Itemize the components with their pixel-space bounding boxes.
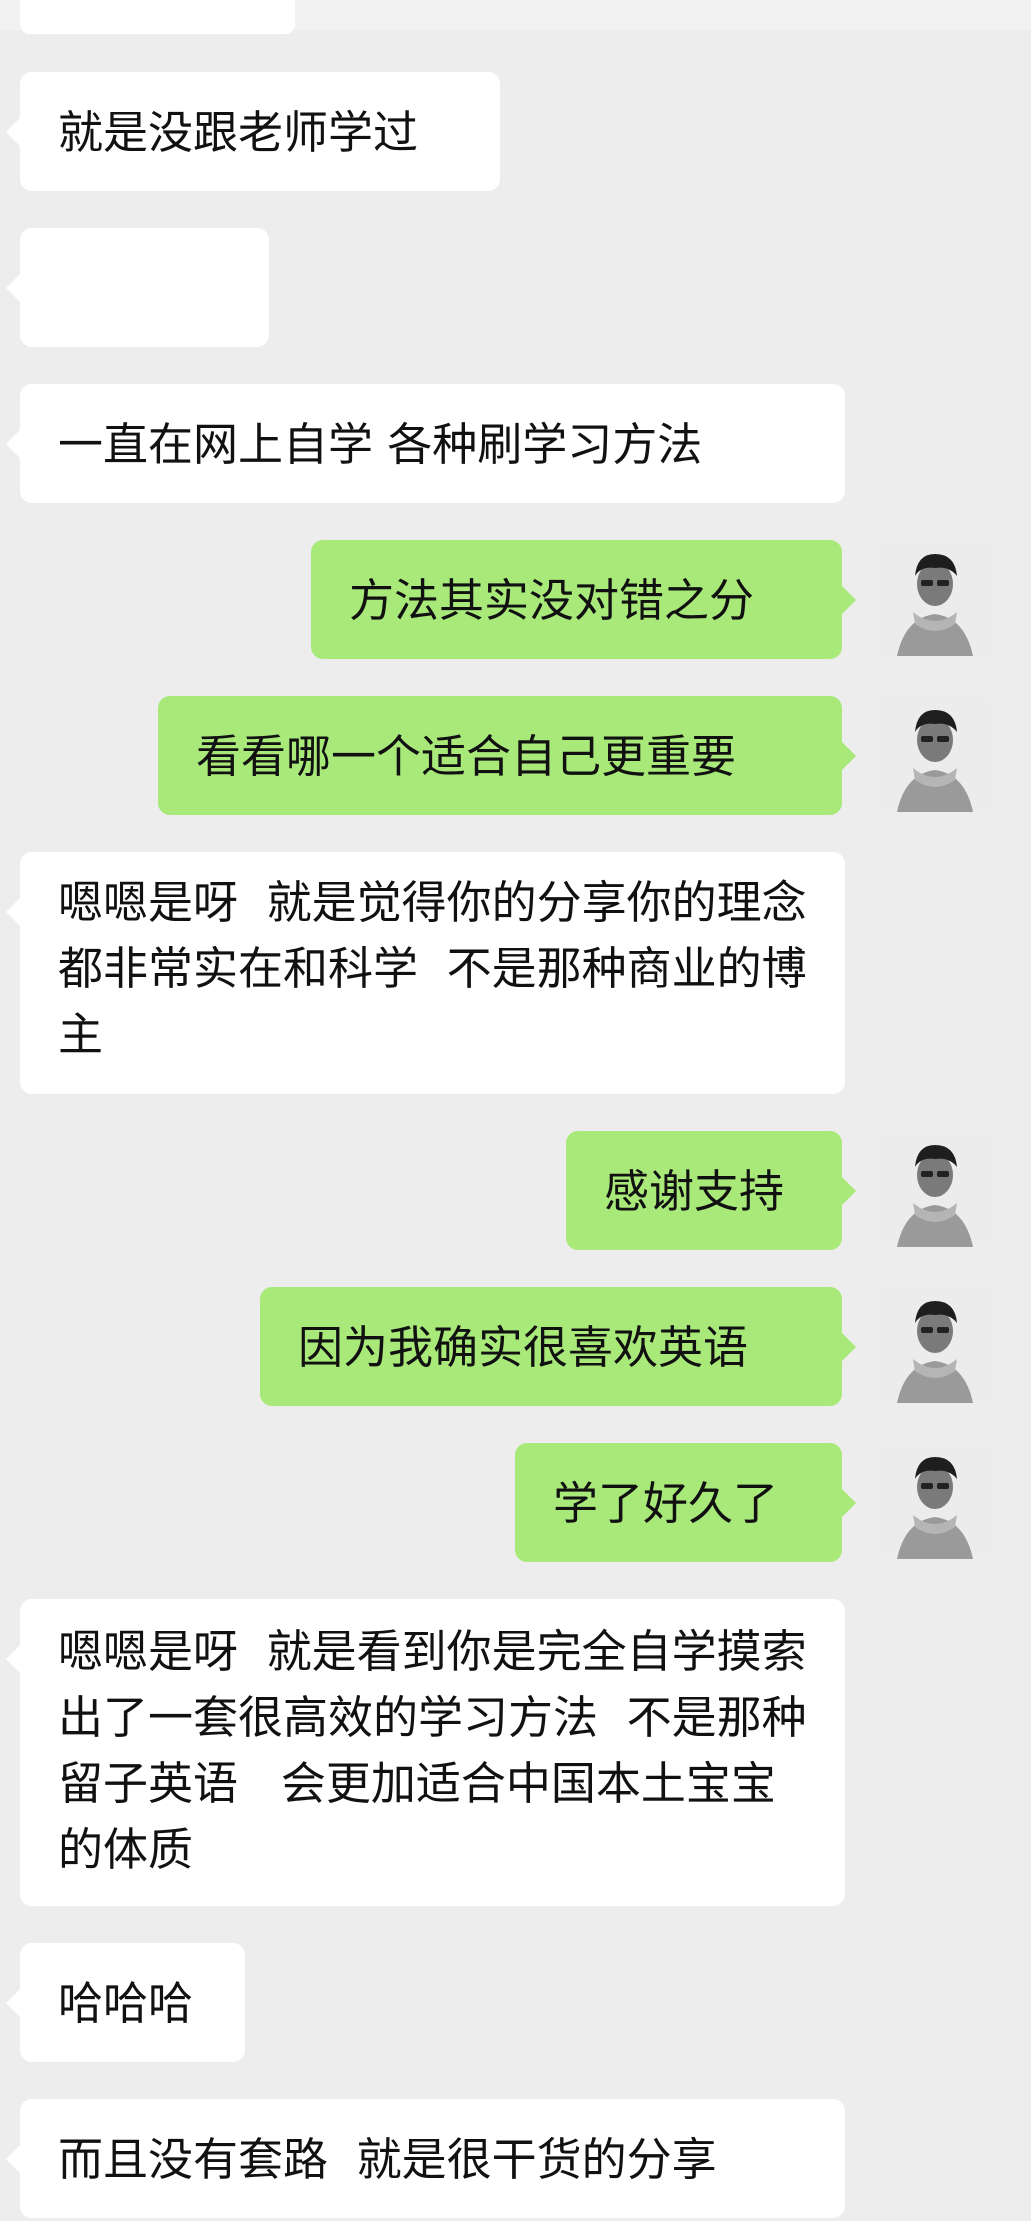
message-bubble-outgoing[interactable]: 方法其实没对错之分 bbox=[311, 540, 856, 659]
avatar-portrait-icon bbox=[877, 540, 993, 656]
avatar-portrait-icon bbox=[877, 696, 993, 812]
message-bubble-incoming[interactable]: 哈哈哈 bbox=[6, 1943, 245, 2062]
message-bubble-incoming[interactable]: 而且没有套路 就是很干货的分享 bbox=[6, 2099, 845, 2218]
message-bubble-outgoing[interactable]: 看看哪一个适合自己更重要 bbox=[158, 696, 856, 815]
message-bubble-incoming[interactable]: 嗯嗯是呀 就是看到你是完全自学摸索出了一套很高效的学习方法 不是那种留子英语 会… bbox=[6, 1599, 845, 1906]
message-bubble-outgoing[interactable]: 感谢支持 bbox=[566, 1131, 856, 1250]
message-bubble-outgoing[interactable]: 学了好久了 bbox=[515, 1443, 856, 1562]
avatar-portrait-icon bbox=[877, 1131, 993, 1247]
message-bubble-incoming-emoji[interactable] bbox=[6, 228, 269, 449]
message-bubble-incoming[interactable]: 就是没跟老师学过 bbox=[6, 72, 500, 191]
user-avatar[interactable] bbox=[877, 540, 993, 656]
message-bubble-incoming[interactable]: 嗯嗯是呀 就是觉得你的分享你的理念都非常实在和科学 不是那种商业的博主 bbox=[6, 852, 845, 1094]
avatar-portrait-icon bbox=[877, 1287, 993, 1403]
avatar-portrait-icon bbox=[877, 1443, 993, 1559]
message-bubble-outgoing[interactable]: 因为我确实很喜欢英语 bbox=[260, 1287, 856, 1406]
user-avatar[interactable] bbox=[877, 1443, 993, 1559]
previous-message-bubble[interactable] bbox=[20, 0, 295, 34]
user-avatar[interactable] bbox=[877, 1287, 993, 1403]
user-avatar[interactable] bbox=[877, 1131, 993, 1247]
message-bubble-incoming[interactable]: 一直在网上自学 各种刷学习方法 bbox=[6, 384, 845, 503]
user-avatar[interactable] bbox=[877, 696, 993, 812]
